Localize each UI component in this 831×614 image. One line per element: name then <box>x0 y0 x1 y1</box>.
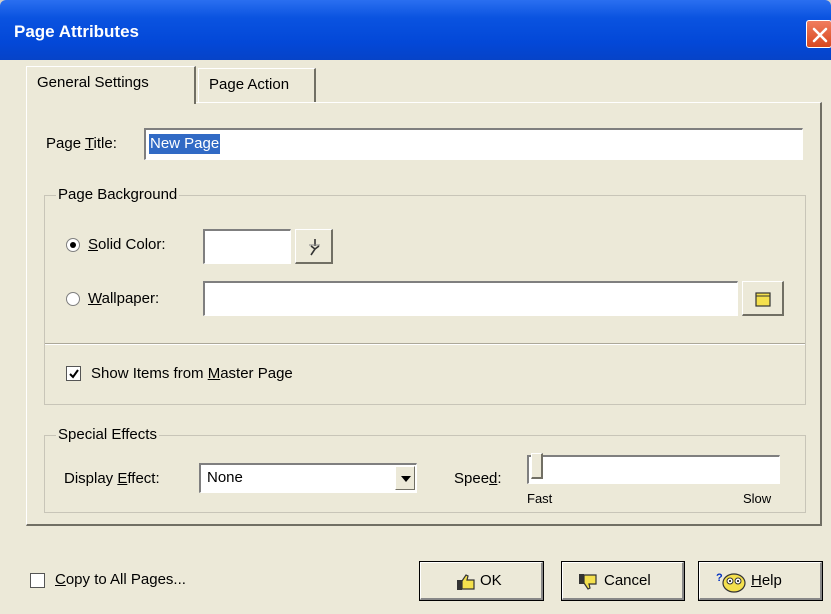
chevron-down-icon[interactable] <box>395 466 415 490</box>
tab-general-settings[interactable]: General Settings <box>26 66 196 104</box>
show-master-label: Show Items from Master Page <box>91 365 293 382</box>
wallpaper-label: Wallpaper: <box>88 290 160 307</box>
checkmark-icon <box>69 369 79 379</box>
help-button[interactable]: ? Help <box>698 561 823 601</box>
speed-min-label: Fast <box>527 491 553 506</box>
browse-wallpaper-button[interactable] <box>742 281 784 316</box>
title-bar[interactable]: Page Attributes <box>0 0 831 60</box>
help-face-icon: ? <box>716 572 746 593</box>
copy-all-label: Copy to All Pages... <box>55 571 186 588</box>
page-title-input[interactable]: New Page <box>144 128 803 160</box>
tab-label: Page Action <box>209 76 290 93</box>
color-swatch[interactable] <box>203 229 291 264</box>
display-effect-value: None <box>207 469 243 486</box>
svg-text:?: ? <box>716 572 723 584</box>
special-effects-title: Special Effects <box>56 426 159 443</box>
display-effect-label: Display Effect: <box>64 470 160 487</box>
speed-max-label: Slow <box>743 491 772 506</box>
tab-label: General Settings <box>37 74 149 91</box>
cancel-button[interactable]: Cancel <box>561 561 685 601</box>
ok-button[interactable]: OK <box>419 561 544 601</box>
thumbs-up-icon <box>457 574 475 590</box>
page-background-title: Page Background <box>56 186 180 203</box>
solid-color-radio[interactable] <box>66 238 80 252</box>
cancel-label: Cancel <box>604 572 651 589</box>
color-picker-button[interactable] <box>295 229 333 264</box>
thumbs-down-icon <box>579 574 597 590</box>
ok-label: OK <box>480 572 502 589</box>
show-master-checkbox[interactable] <box>66 366 81 381</box>
solid-color-label: Solid Color: <box>88 236 166 253</box>
eyedropper-icon <box>309 239 320 256</box>
wallpaper-input[interactable] <box>203 281 738 316</box>
wallpaper-radio[interactable] <box>66 292 80 306</box>
speed-slider-thumb[interactable] <box>531 453 543 479</box>
page-title-value: New Page <box>149 134 221 154</box>
speed-label: Speed: <box>454 470 502 487</box>
close-button[interactable] <box>806 20 831 48</box>
close-icon <box>812 27 828 43</box>
help-label: Help <box>751 572 782 589</box>
page-title-label: Page Title: <box>46 135 117 152</box>
tab-page-action[interactable]: Page Action <box>198 68 316 102</box>
speed-slider[interactable] <box>527 455 780 484</box>
copy-all-checkbox[interactable] <box>30 573 45 588</box>
window-title: Page Attributes <box>14 22 140 41</box>
display-effect-select[interactable]: None <box>199 463 417 493</box>
group-divider <box>45 343 805 345</box>
folder-icon <box>755 292 771 307</box>
